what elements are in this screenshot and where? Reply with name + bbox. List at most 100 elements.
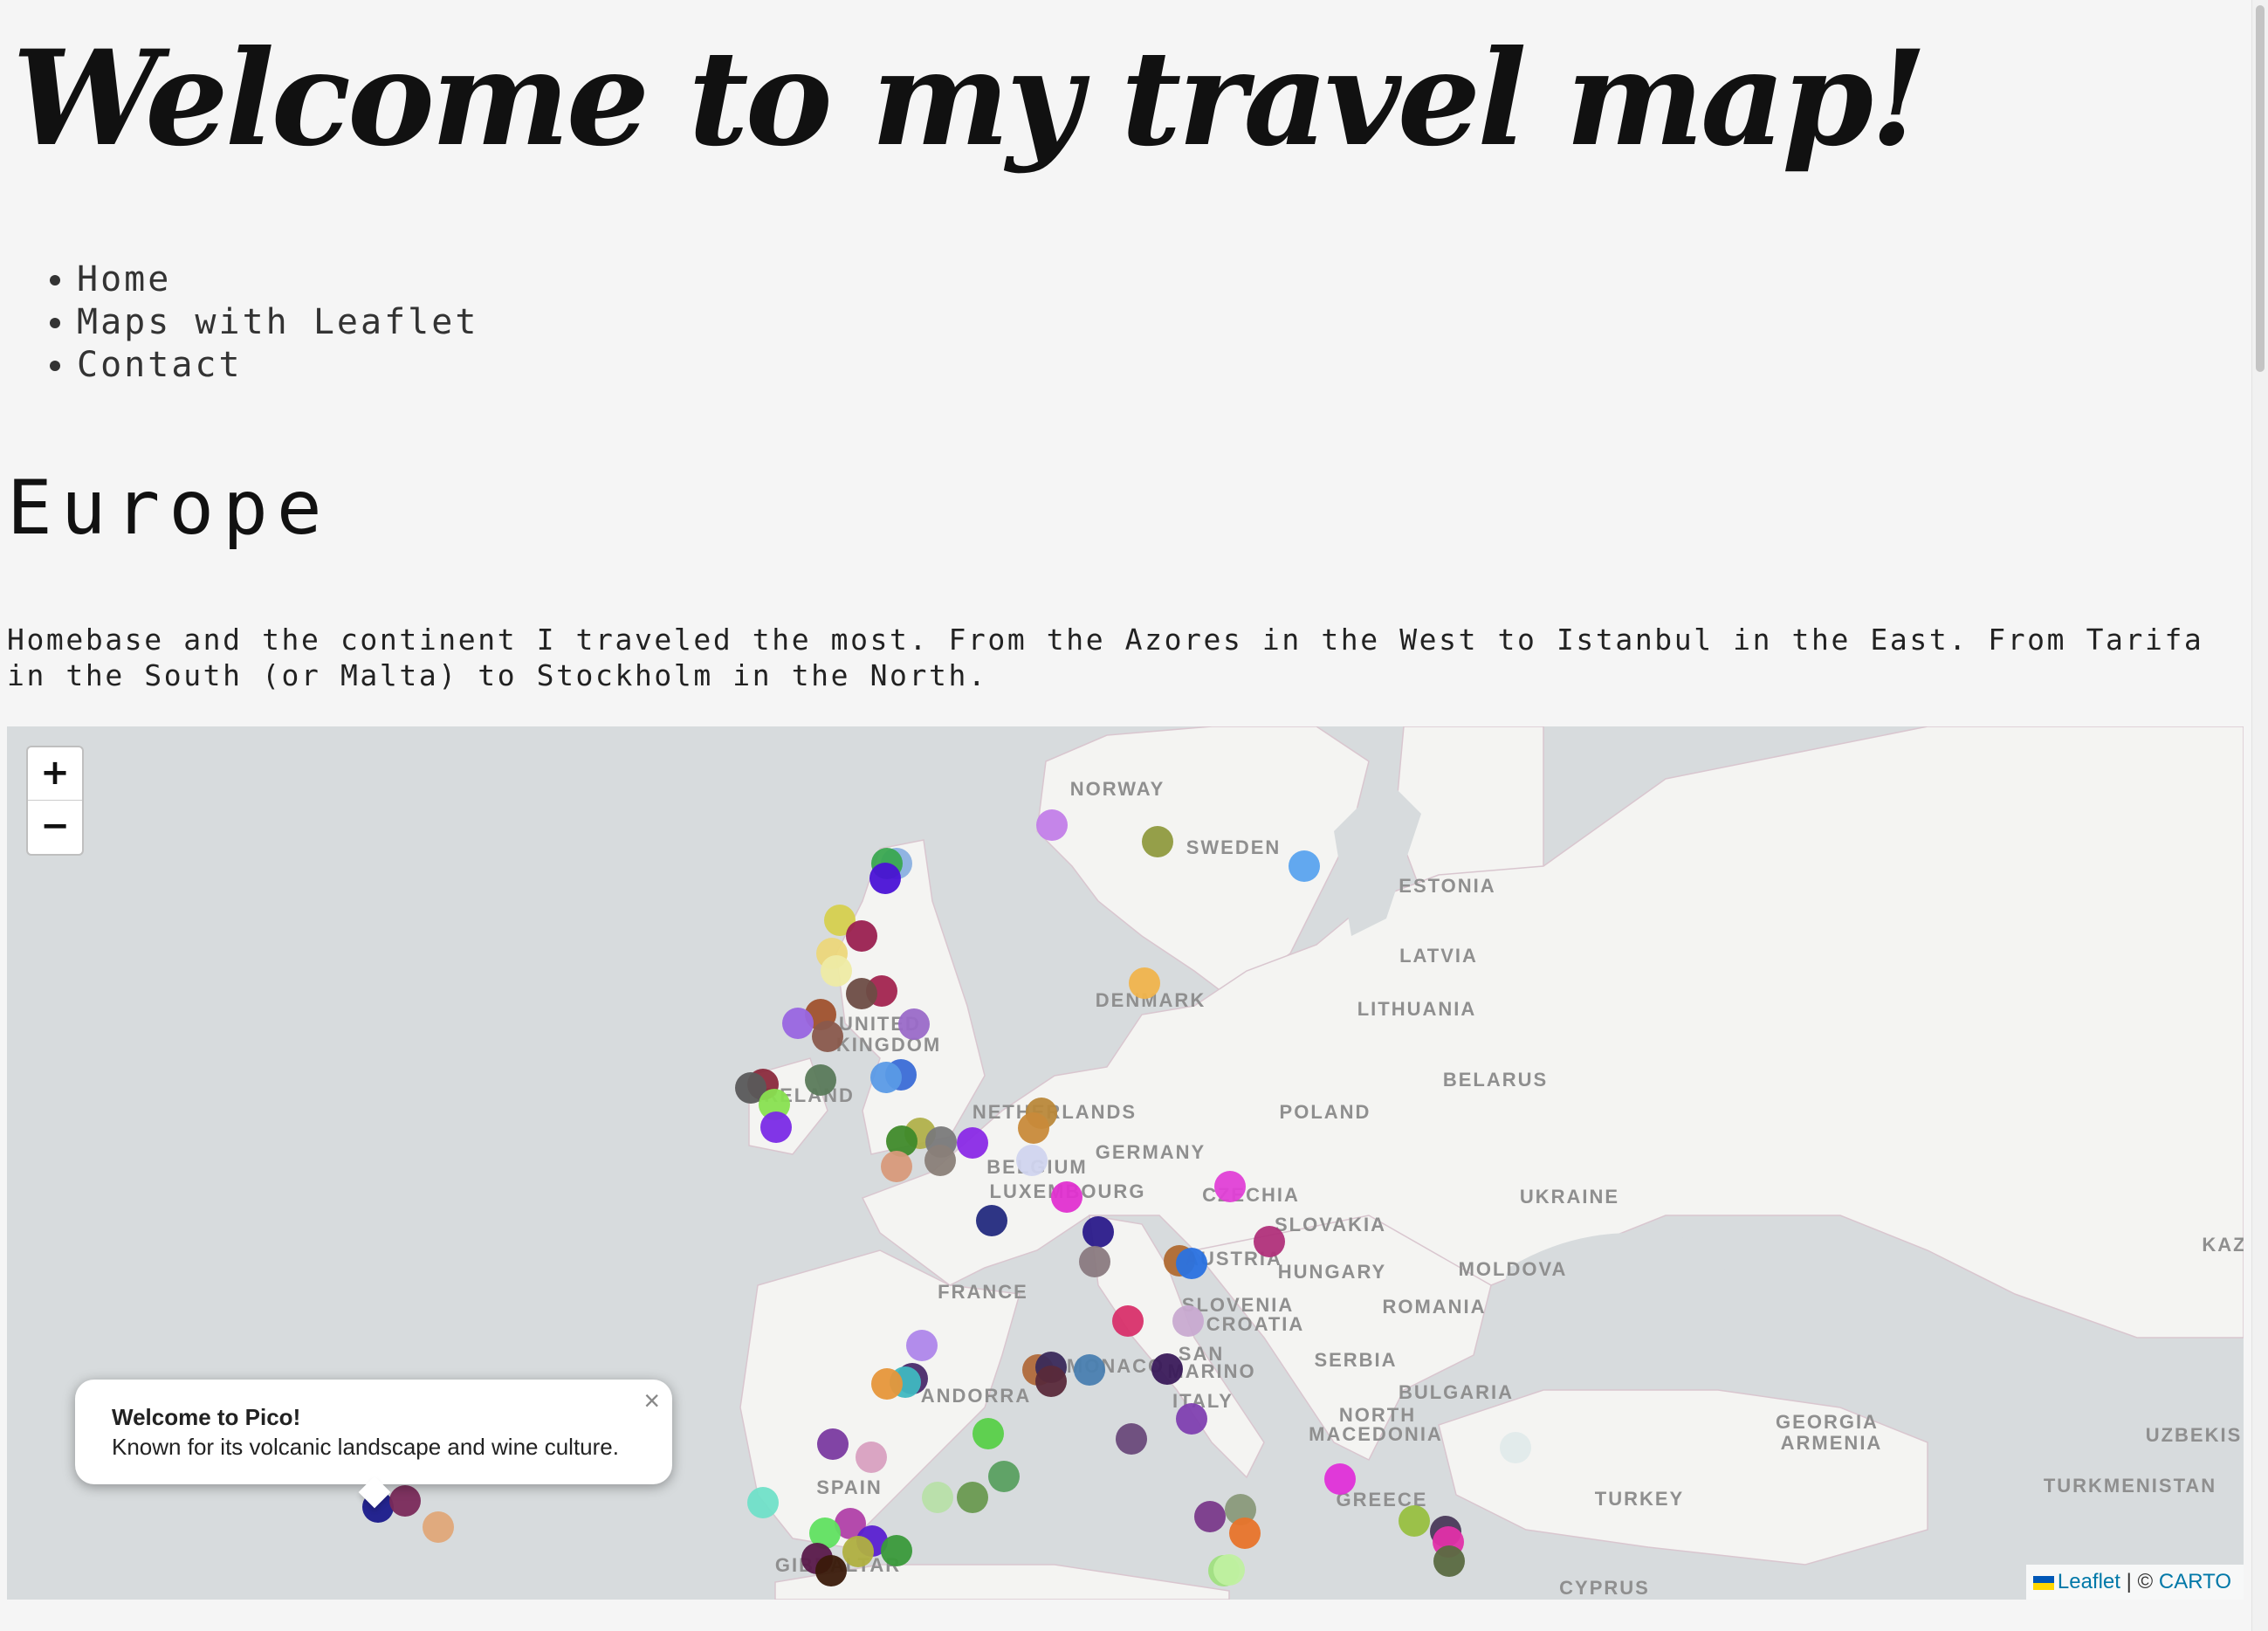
section-title: Europe (7, 465, 331, 552)
marker[interactable] (972, 1418, 1004, 1449)
label-armenia: ARMENIA (1781, 1432, 1883, 1454)
marker[interactable] (423, 1511, 454, 1543)
marker[interactable] (924, 1145, 956, 1176)
label-estonia: ESTONIA (1399, 875, 1495, 897)
marker[interactable] (815, 1555, 847, 1586)
label-slovakia: SLOVAKIA (1275, 1214, 1386, 1235)
marker[interactable] (1018, 1112, 1049, 1144)
label-hungary: HUNGARY (1278, 1261, 1386, 1283)
section-intro: Homebase and the continent I traveled th… (7, 623, 2204, 692)
marker[interactable] (869, 863, 901, 894)
marker[interactable] (1036, 809, 1068, 841)
marker[interactable] (1151, 1353, 1183, 1385)
marker[interactable] (1116, 1423, 1147, 1455)
marker[interactable] (870, 1062, 902, 1093)
nav-item-home[interactable]: Home (77, 258, 478, 301)
marker[interactable] (922, 1482, 953, 1513)
marker[interactable] (1129, 967, 1160, 999)
marker[interactable] (782, 1008, 814, 1039)
marker[interactable] (812, 1021, 843, 1052)
marker[interactable] (389, 1485, 421, 1517)
label-germany: GERMANY (1096, 1141, 1206, 1163)
close-icon[interactable]: × (643, 1385, 660, 1417)
marker[interactable] (906, 1330, 938, 1361)
label-lithuania: LITHUANIA (1357, 998, 1477, 1020)
popup-title: Welcome to Pico! (112, 1404, 301, 1430)
label-spain: SPAIN (816, 1476, 883, 1498)
label-poland: POLAND (1280, 1101, 1371, 1123)
marker[interactable] (846, 978, 877, 1009)
label-kingdom: KINGDOM (836, 1034, 941, 1056)
label-croatia: CROATIA (1206, 1313, 1305, 1335)
label-belarus: BELARUS (1443, 1069, 1548, 1091)
marker[interactable] (898, 1008, 930, 1040)
land-shapes (739, 726, 2244, 1600)
marker[interactable] (1051, 1181, 1082, 1213)
marker[interactable] (1324, 1463, 1356, 1495)
carto-link[interactable]: CARTO (2159, 1570, 2231, 1593)
marker[interactable] (1172, 1305, 1204, 1337)
nav-link-contact[interactable]: Contact (77, 345, 243, 385)
marker[interactable] (1142, 826, 1173, 857)
attribution-separator: | © (2120, 1570, 2159, 1593)
label-uzbekis: UZBEKIS (2146, 1424, 2243, 1446)
label-moldova: MOLDOVA (1459, 1258, 1568, 1280)
label-cyprus: CYPRUS (1559, 1577, 1650, 1599)
marker[interactable] (1433, 1545, 1465, 1577)
marker[interactable] (881, 1535, 912, 1566)
marker[interactable] (1082, 1216, 1114, 1248)
marker[interactable] (842, 1536, 874, 1567)
marker[interactable] (760, 1111, 792, 1143)
leaflet-map[interactable]: NORWAY SWEDEN ESTONIA LATVIA LITHUANIA D… (7, 726, 2244, 1600)
marker[interactable] (1035, 1366, 1067, 1397)
marker[interactable] (856, 1442, 887, 1473)
marker[interactable] (747, 1487, 779, 1518)
marker[interactable] (805, 1064, 836, 1096)
leaflet-link[interactable]: Leaflet (2058, 1570, 2120, 1593)
marker[interactable] (1074, 1354, 1105, 1386)
marker-popup: × Welcome to Pico! Known for its volcani… (75, 1380, 672, 1509)
label-norway: NORWAY (1070, 778, 1165, 800)
label-ukraine: UKRAINE (1520, 1186, 1619, 1208)
marker[interactable] (1214, 1171, 1246, 1202)
nav-link-home[interactable]: Home (77, 259, 171, 299)
nav-link-maps[interactable]: Maps with Leaflet (77, 302, 478, 342)
label-sweden: SWEDEN (1186, 836, 1282, 858)
marker[interactable] (957, 1127, 988, 1159)
marker[interactable] (1289, 850, 1320, 882)
main-nav: Home Maps with Leaflet Contact (31, 258, 478, 387)
marker[interactable] (1500, 1432, 1531, 1463)
zoom-control: + − (26, 746, 84, 856)
marker[interactable] (1399, 1505, 1430, 1537)
label-romania: ROMANIA (1382, 1296, 1486, 1318)
marker[interactable] (846, 920, 877, 952)
marker[interactable] (957, 1482, 988, 1513)
marker[interactable] (1229, 1517, 1261, 1549)
label-macedonia: MACEDONIA (1309, 1423, 1443, 1445)
popup-text: Known for its volcanic landscape and win… (112, 1434, 619, 1460)
marker[interactable] (976, 1205, 1007, 1236)
marker[interactable] (1213, 1554, 1245, 1586)
label-bulgaria: BULGARIA (1399, 1381, 1514, 1403)
scrollbar[interactable] (2251, 0, 2268, 1631)
nav-item-maps[interactable]: Maps with Leaflet (77, 301, 478, 344)
nav-item-contact[interactable]: Contact (77, 344, 478, 387)
marker[interactable] (871, 1368, 903, 1400)
marker[interactable] (1194, 1501, 1226, 1532)
marker[interactable] (1112, 1305, 1144, 1337)
marker[interactable] (1016, 1145, 1048, 1176)
label-andorra: ANDORRA (921, 1385, 1031, 1407)
zoom-out-button[interactable]: − (28, 800, 82, 853)
label-serbia: SERBIA (1314, 1349, 1397, 1371)
scrollbar-thumb[interactable] (2256, 5, 2265, 372)
marker[interactable] (817, 1428, 849, 1460)
marker[interactable] (988, 1461, 1020, 1492)
zoom-in-button[interactable]: + (28, 747, 82, 800)
marker[interactable] (1176, 1403, 1207, 1435)
marker[interactable] (1176, 1248, 1207, 1279)
marker[interactable] (1079, 1246, 1110, 1277)
marker[interactable] (821, 955, 852, 987)
label-france: FRANCE (938, 1281, 1028, 1303)
marker[interactable] (1254, 1226, 1285, 1257)
marker[interactable] (881, 1151, 912, 1182)
